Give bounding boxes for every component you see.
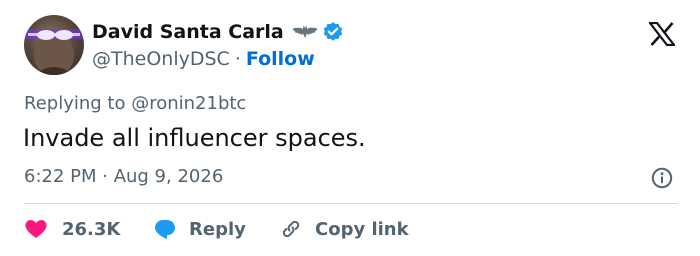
tweet-card: David Santa Carla @TheOnlyDSC · Follow R… xyxy=(0,0,700,256)
name-row: David Santa Carla xyxy=(92,19,344,45)
reply-button[interactable]: Reply xyxy=(153,217,279,241)
replying-to-label[interactable]: Replying to @ronin21btc xyxy=(24,93,246,114)
bat-icon xyxy=(292,24,318,40)
x-logo-icon[interactable] xyxy=(647,21,677,47)
avatar[interactable] xyxy=(24,15,84,75)
timestamp[interactable]: 6:22 PM · Aug 9, 2026 xyxy=(24,166,223,187)
copy-link-button[interactable]: Copy link xyxy=(279,217,409,241)
like-button[interactable]: 26.3K xyxy=(24,217,153,241)
handle-row: @TheOnlyDSC · Follow xyxy=(92,47,315,71)
info-icon[interactable] xyxy=(651,167,673,189)
follow-button[interactable]: Follow xyxy=(246,48,315,70)
reply-bubble-icon xyxy=(153,217,177,241)
tweet-text: Invade all influencer spaces. xyxy=(23,124,366,152)
separator-dot: · xyxy=(234,48,241,70)
copy-link-label: Copy link xyxy=(315,218,409,240)
heart-icon xyxy=(24,217,48,241)
verified-check-icon xyxy=(322,21,344,43)
reply-label: Reply xyxy=(189,218,246,240)
divider xyxy=(24,203,678,204)
action-bar: 26.3K Reply Copy link xyxy=(24,215,409,243)
like-count: 26.3K xyxy=(62,218,121,240)
link-icon xyxy=(279,217,303,241)
display-name[interactable]: David Santa Carla xyxy=(92,21,284,43)
author-handle[interactable]: @TheOnlyDSC xyxy=(92,48,230,70)
